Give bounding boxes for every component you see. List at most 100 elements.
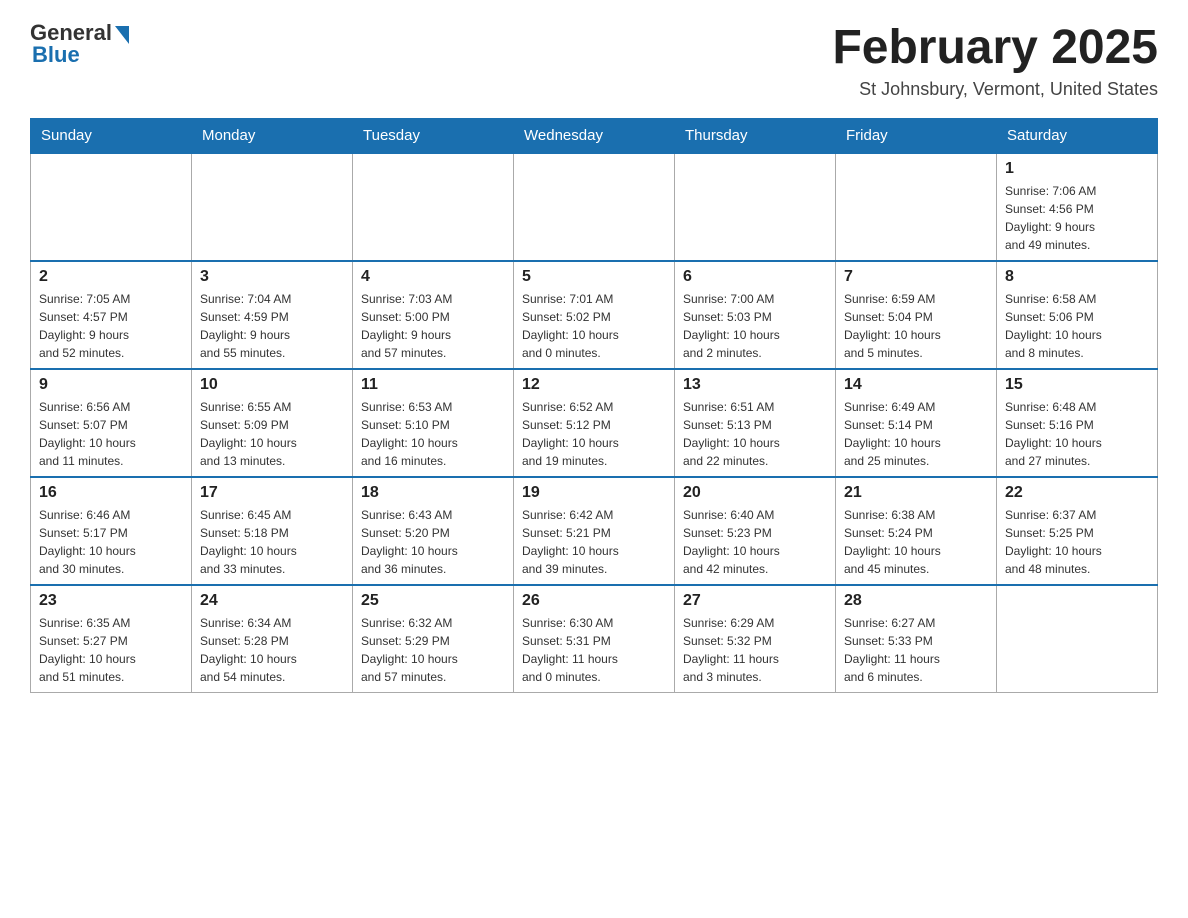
calendar-week-row: 9 Sunrise: 6:56 AM Sunset: 5:07 PM Daylig… (31, 369, 1158, 477)
calendar-day-cell: 8 Sunrise: 6:58 AM Sunset: 5:06 PM Daylig… (997, 261, 1158, 369)
day-info: Sunrise: 6:53 AM Sunset: 5:10 PM Dayligh… (361, 398, 505, 470)
day-number: 6 (683, 268, 827, 286)
day-of-week-header: Friday (836, 119, 997, 154)
day-number: 14 (844, 376, 988, 394)
calendar-day-cell (836, 153, 997, 261)
calendar-day-cell: 17 Sunrise: 6:45 AM Sunset: 5:18 PM Dayli… (192, 477, 353, 585)
day-number: 24 (200, 592, 344, 610)
day-number: 20 (683, 484, 827, 502)
day-info: Sunrise: 6:59 AM Sunset: 5:04 PM Dayligh… (844, 290, 988, 362)
calendar-day-cell: 16 Sunrise: 6:46 AM Sunset: 5:17 PM Dayli… (31, 477, 192, 585)
day-number: 22 (1005, 484, 1149, 502)
day-info: Sunrise: 6:45 AM Sunset: 5:18 PM Dayligh… (200, 506, 344, 578)
day-info: Sunrise: 6:43 AM Sunset: 5:20 PM Dayligh… (361, 506, 505, 578)
calendar-day-cell (353, 153, 514, 261)
day-info: Sunrise: 7:00 AM Sunset: 5:03 PM Dayligh… (683, 290, 827, 362)
calendar-day-cell: 9 Sunrise: 6:56 AM Sunset: 5:07 PM Daylig… (31, 369, 192, 477)
day-info: Sunrise: 6:38 AM Sunset: 5:24 PM Dayligh… (844, 506, 988, 578)
day-info: Sunrise: 6:42 AM Sunset: 5:21 PM Dayligh… (522, 506, 666, 578)
calendar-day-cell: 24Sunrise: 6:34 AM Sunset: 5:28 PM Dayli… (192, 585, 353, 693)
day-number: 19 (522, 484, 666, 502)
day-of-week-header: Thursday (675, 119, 836, 154)
day-info: Sunrise: 6:55 AM Sunset: 5:09 PM Dayligh… (200, 398, 344, 470)
day-number: 12 (522, 376, 666, 394)
day-number: 25 (361, 592, 505, 610)
day-info: Sunrise: 6:32 AM Sunset: 5:29 PM Dayligh… (361, 614, 505, 686)
location-subtitle: St Johnsbury, Vermont, United States (832, 79, 1158, 100)
calendar-day-cell: 19 Sunrise: 6:42 AM Sunset: 5:21 PM Dayli… (514, 477, 675, 585)
day-info: Sunrise: 6:58 AM Sunset: 5:06 PM Dayligh… (1005, 290, 1149, 362)
calendar-day-cell: 10 Sunrise: 6:55 AM Sunset: 5:09 PM Dayli… (192, 369, 353, 477)
calendar-day-cell: 15 Sunrise: 6:48 AM Sunset: 5:16 PM Dayli… (997, 369, 1158, 477)
calendar-day-cell (192, 153, 353, 261)
calendar-week-row: 1Sunrise: 7:06 AM Sunset: 4:56 PM Daylig… (31, 153, 1158, 261)
calendar-day-cell: 20 Sunrise: 6:40 AM Sunset: 5:23 PM Dayli… (675, 477, 836, 585)
day-info: Sunrise: 7:05 AM Sunset: 4:57 PM Dayligh… (39, 290, 183, 362)
day-number: 4 (361, 268, 505, 286)
day-number: 27 (683, 592, 827, 610)
calendar-day-cell: 12 Sunrise: 6:52 AM Sunset: 5:12 PM Dayli… (514, 369, 675, 477)
day-number: 13 (683, 376, 827, 394)
day-info: Sunrise: 6:56 AM Sunset: 5:07 PM Dayligh… (39, 398, 183, 470)
calendar-day-cell (997, 585, 1158, 693)
day-number: 28 (844, 592, 988, 610)
day-info: Sunrise: 7:04 AM Sunset: 4:59 PM Dayligh… (200, 290, 344, 362)
day-info: Sunrise: 7:06 AM Sunset: 4:56 PM Dayligh… (1005, 182, 1149, 254)
day-info: Sunrise: 6:48 AM Sunset: 5:16 PM Dayligh… (1005, 398, 1149, 470)
day-info: Sunrise: 6:29 AM Sunset: 5:32 PM Dayligh… (683, 614, 827, 686)
calendar-day-cell: 5 Sunrise: 7:01 AM Sunset: 5:02 PM Daylig… (514, 261, 675, 369)
logo: General Blue (30, 20, 129, 68)
calendar-day-cell: 25 Sunrise: 6:32 AM Sunset: 5:29 PM Dayli… (353, 585, 514, 693)
day-info: Sunrise: 6:35 AM Sunset: 5:27 PM Dayligh… (39, 614, 183, 686)
day-info: Sunrise: 6:51 AM Sunset: 5:13 PM Dayligh… (683, 398, 827, 470)
calendar-week-row: 23Sunrise: 6:35 AM Sunset: 5:27 PM Dayli… (31, 585, 1158, 693)
calendar-day-cell: 2 Sunrise: 7:05 AM Sunset: 4:57 PM Daylig… (31, 261, 192, 369)
day-info: Sunrise: 6:40 AM Sunset: 5:23 PM Dayligh… (683, 506, 827, 578)
title-block: February 2025 St Johnsbury, Vermont, Uni… (832, 20, 1158, 100)
calendar-day-cell: 21 Sunrise: 6:38 AM Sunset: 5:24 PM Dayli… (836, 477, 997, 585)
day-of-week-header: Wednesday (514, 119, 675, 154)
calendar-table: SundayMondayTuesdayWednesdayThursdayFrid… (30, 118, 1158, 693)
calendar-day-cell: 22 Sunrise: 6:37 AM Sunset: 5:25 PM Dayli… (997, 477, 1158, 585)
day-info: Sunrise: 6:27 AM Sunset: 5:33 PM Dayligh… (844, 614, 988, 686)
day-number: 2 (39, 268, 183, 286)
day-number: 3 (200, 268, 344, 286)
logo-arrow-icon (115, 26, 129, 44)
calendar-day-cell (31, 153, 192, 261)
day-number: 8 (1005, 268, 1149, 286)
day-of-week-header: Sunday (31, 119, 192, 154)
calendar-week-row: 2 Sunrise: 7:05 AM Sunset: 4:57 PM Daylig… (31, 261, 1158, 369)
calendar-day-cell (675, 153, 836, 261)
day-info: Sunrise: 6:49 AM Sunset: 5:14 PM Dayligh… (844, 398, 988, 470)
calendar-day-cell: 27 Sunrise: 6:29 AM Sunset: 5:32 PM Dayli… (675, 585, 836, 693)
calendar-day-cell: 18 Sunrise: 6:43 AM Sunset: 5:20 PM Dayli… (353, 477, 514, 585)
day-number: 17 (200, 484, 344, 502)
day-number: 11 (361, 376, 505, 394)
logo-blue-text: Blue (32, 42, 80, 68)
day-number: 15 (1005, 376, 1149, 394)
day-number: 9 (39, 376, 183, 394)
calendar-day-cell: 11 Sunrise: 6:53 AM Sunset: 5:10 PM Dayli… (353, 369, 514, 477)
day-number: 7 (844, 268, 988, 286)
calendar-day-cell: 28 Sunrise: 6:27 AM Sunset: 5:33 PM Dayli… (836, 585, 997, 693)
day-info: Sunrise: 6:37 AM Sunset: 5:25 PM Dayligh… (1005, 506, 1149, 578)
day-of-week-header: Monday (192, 119, 353, 154)
day-number: 18 (361, 484, 505, 502)
calendar-day-cell: 14 Sunrise: 6:49 AM Sunset: 5:14 PM Dayli… (836, 369, 997, 477)
calendar-day-cell: 4 Sunrise: 7:03 AM Sunset: 5:00 PM Daylig… (353, 261, 514, 369)
calendar-day-cell: 26Sunrise: 6:30 AM Sunset: 5:31 PM Dayli… (514, 585, 675, 693)
day-info: Sunrise: 6:30 AM Sunset: 5:31 PM Dayligh… (522, 614, 666, 686)
day-number: 10 (200, 376, 344, 394)
page-header: General Blue February 2025 St Johnsbury,… (30, 20, 1158, 100)
calendar-day-cell: 1Sunrise: 7:06 AM Sunset: 4:56 PM Daylig… (997, 153, 1158, 261)
day-number: 21 (844, 484, 988, 502)
day-info: Sunrise: 7:03 AM Sunset: 5:00 PM Dayligh… (361, 290, 505, 362)
day-info: Sunrise: 6:52 AM Sunset: 5:12 PM Dayligh… (522, 398, 666, 470)
day-info: Sunrise: 6:46 AM Sunset: 5:17 PM Dayligh… (39, 506, 183, 578)
day-number: 5 (522, 268, 666, 286)
day-number: 16 (39, 484, 183, 502)
calendar-day-cell: 6 Sunrise: 7:00 AM Sunset: 5:03 PM Daylig… (675, 261, 836, 369)
month-title: February 2025 (832, 20, 1158, 75)
day-info: Sunrise: 7:01 AM Sunset: 5:02 PM Dayligh… (522, 290, 666, 362)
calendar-day-cell: 13 Sunrise: 6:51 AM Sunset: 5:13 PM Dayli… (675, 369, 836, 477)
